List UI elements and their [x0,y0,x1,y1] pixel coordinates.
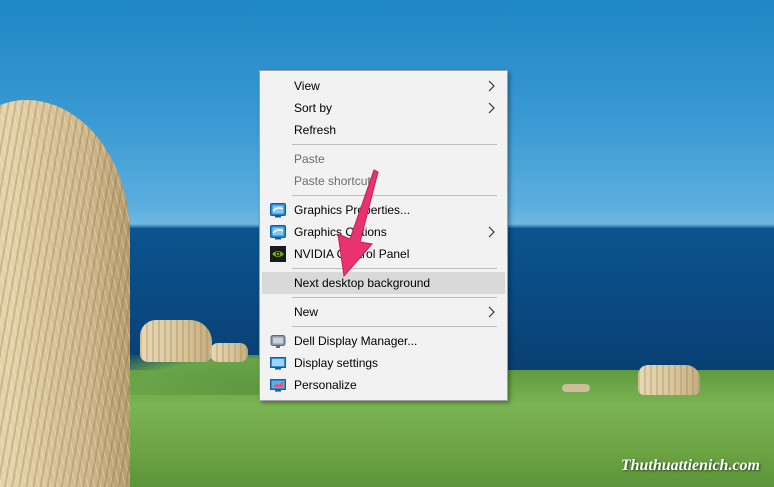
chevron-right-icon [488,306,495,318]
menu-separator [292,195,497,196]
display-icon [270,357,286,370]
wallpaper-hay-bale [140,320,212,362]
menu-item-new[interactable]: New [262,301,505,323]
intel-graphics-icon [270,203,286,218]
intel-graphics-icon [270,225,286,240]
wallpaper-hay-bale [562,384,590,392]
watermark-text: Thuthuattienich.com [620,457,760,474]
menu-item-label: View [294,79,320,93]
menu-item-dell-display-manager[interactable]: Dell Display Manager... [262,330,505,352]
chevron-right-icon [488,226,495,238]
wallpaper-hay-bale-large [0,100,130,487]
nvidia-icon [270,246,286,262]
annotation-arrow-icon [337,169,379,278]
menu-item-refresh[interactable]: Refresh [262,119,505,141]
menu-item-label: Personalize [294,378,357,392]
menu-item-label: New [294,305,319,319]
menu-item-label: Sort by [294,101,333,115]
wallpaper-hay-bale [638,365,700,395]
wallpaper-hay-bale [210,343,248,362]
menu-item-display-settings[interactable]: Display settings [262,352,505,374]
menu-item-label: Paste [294,152,325,166]
menu-item-label: Refresh [294,123,337,137]
menu-separator [292,326,497,327]
menu-item-view[interactable]: View [262,75,505,97]
menu-item-personalize[interactable]: Personalize [262,374,505,396]
menu-separator [292,297,497,298]
menu-item-paste[interactable]: Paste [262,148,505,170]
monitor-icon [270,335,286,348]
menu-separator [292,144,497,145]
menu-item-label: Dell Display Manager... [294,334,418,348]
menu-item-label: Display settings [294,356,379,370]
menu-separator [292,268,497,269]
chevron-right-icon [488,80,495,92]
personalize-icon [270,379,286,392]
menu-item-sort-by[interactable]: Sort by [262,97,505,119]
chevron-right-icon [488,102,495,114]
